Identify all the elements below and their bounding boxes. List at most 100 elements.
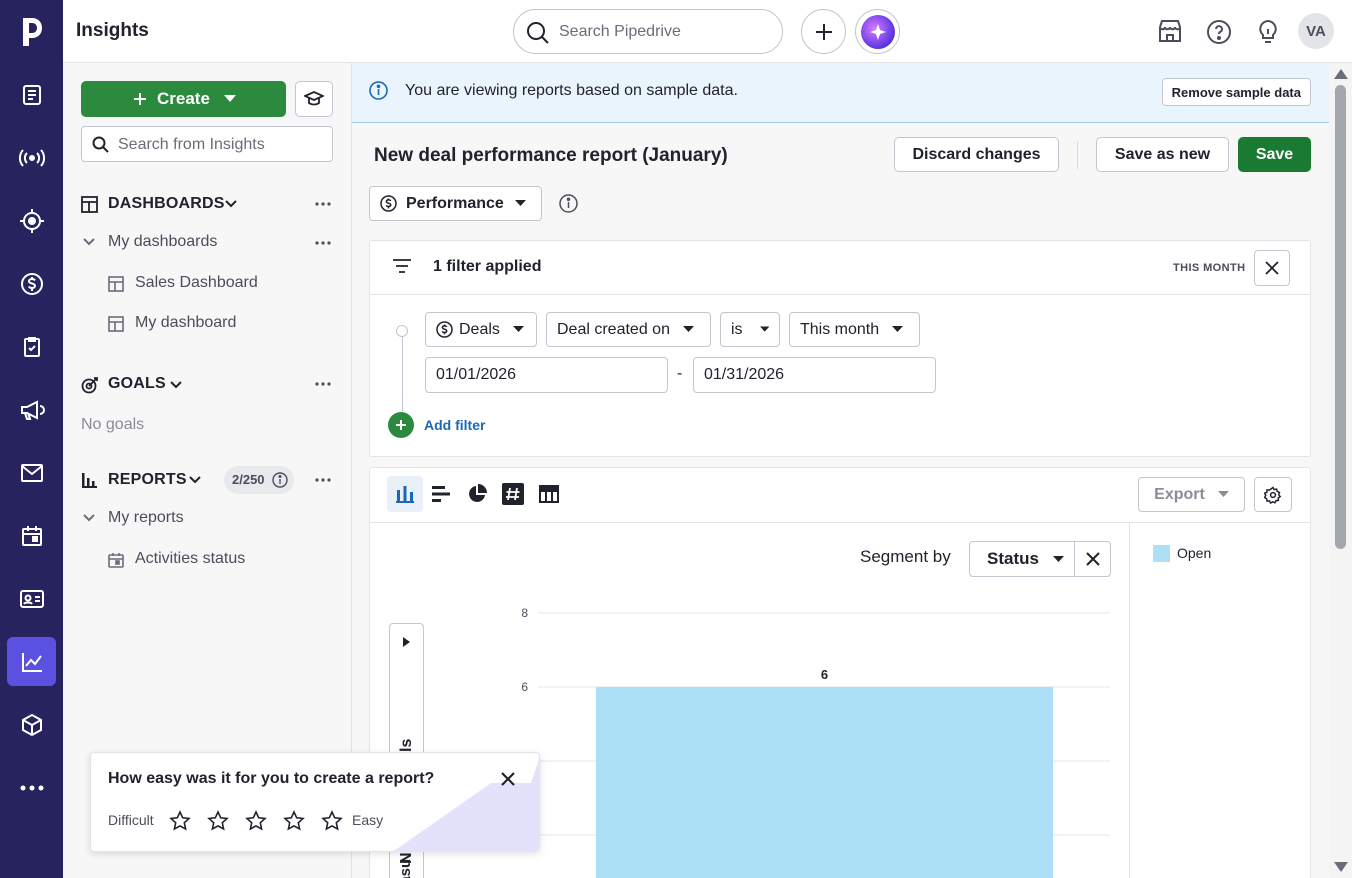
date-to-input[interactable]: 01/31/2026 bbox=[693, 357, 936, 393]
products-icon[interactable] bbox=[7, 700, 56, 749]
contacts-icon[interactable] bbox=[7, 574, 56, 623]
chevron-down-icon[interactable] bbox=[83, 514, 95, 522]
caret-down-icon bbox=[682, 326, 694, 332]
caret-down-icon bbox=[512, 326, 524, 332]
legend-label-open[interactable]: Open bbox=[1177, 545, 1211, 561]
scroll-up-icon[interactable] bbox=[1334, 69, 1348, 79]
target-icon[interactable] bbox=[7, 196, 56, 245]
goal-target-icon bbox=[81, 377, 98, 394]
my-reports-group[interactable]: My reports bbox=[108, 509, 184, 527]
scorecard-icon[interactable] bbox=[495, 476, 531, 512]
insights-search-input[interactable]: Search from Insights bbox=[81, 126, 333, 162]
user-avatar[interactable]: VA bbox=[1298, 13, 1334, 49]
sparkle-icon bbox=[860, 14, 895, 49]
report-type-dropdown[interactable]: Performance bbox=[369, 186, 542, 221]
filter-summary[interactable]: 1 filter applied bbox=[433, 258, 541, 276]
scroll-down-icon[interactable] bbox=[1334, 862, 1348, 872]
tips-bulb-icon[interactable] bbox=[1256, 19, 1280, 45]
pipedrive-logo[interactable] bbox=[17, 14, 47, 48]
page-scrollbar[interactable] bbox=[1329, 63, 1352, 878]
help-icon[interactable] bbox=[1206, 19, 1232, 45]
pie-chart-icon[interactable] bbox=[459, 476, 495, 512]
create-label: Create bbox=[157, 89, 210, 108]
chevron-down-icon[interactable] bbox=[170, 381, 182, 389]
discard-changes-button[interactable]: Discard changes bbox=[894, 137, 1059, 172]
segment-by-dropdown[interactable]: Status bbox=[969, 541, 1075, 577]
reports-more-menu[interactable] bbox=[313, 470, 333, 490]
create-button[interactable]: Create bbox=[81, 81, 286, 117]
learn-button[interactable] bbox=[295, 81, 333, 117]
close-survey-button[interactable] bbox=[500, 771, 516, 787]
info-icon[interactable] bbox=[559, 194, 578, 213]
ellipsis-icon bbox=[315, 382, 331, 386]
filter-operator-dropdown[interactable]: is bbox=[720, 312, 780, 347]
reports-heading[interactable]: REPORTS bbox=[108, 471, 187, 489]
insights-icon[interactable] bbox=[7, 637, 56, 686]
sidebar-item-activities-status[interactable]: Activities status bbox=[108, 550, 308, 572]
date-from-input[interactable]: 01/01/2026 bbox=[425, 357, 668, 393]
caret-down-icon bbox=[892, 326, 904, 332]
save-as-new-button[interactable]: Save as new bbox=[1096, 137, 1229, 172]
global-search-input[interactable]: Search Pipedrive bbox=[513, 9, 783, 54]
rating-star-3[interactable] bbox=[245, 810, 267, 832]
reports-count: 2/250 bbox=[232, 472, 265, 487]
leads-icon[interactable] bbox=[7, 70, 56, 119]
mail-icon[interactable] bbox=[7, 448, 56, 497]
dashboards-more-menu[interactable] bbox=[313, 194, 333, 214]
bar-data-label: 6 bbox=[821, 667, 828, 682]
export-dropdown[interactable]: Export bbox=[1138, 477, 1245, 512]
broadcast-icon[interactable] bbox=[7, 133, 56, 182]
gear-icon bbox=[1264, 485, 1282, 504]
bar-chart-icon[interactable] bbox=[423, 476, 459, 512]
rating-star-4[interactable] bbox=[283, 810, 305, 832]
calendar-icon[interactable] bbox=[7, 511, 56, 560]
filter-field-dropdown[interactable]: Deal created on bbox=[546, 312, 711, 347]
add-filter-icon[interactable] bbox=[388, 412, 414, 438]
more-icon[interactable] bbox=[7, 763, 56, 812]
info-icon[interactable] bbox=[272, 472, 288, 488]
clear-segment-button[interactable] bbox=[1074, 541, 1111, 577]
measure-label-fragment: easu bbox=[397, 858, 414, 878]
chevron-down-icon[interactable] bbox=[83, 238, 95, 246]
sidebar-item-sales-dashboard[interactable]: Sales Dashboard bbox=[108, 274, 308, 296]
ai-assistant-button[interactable] bbox=[855, 9, 900, 54]
legend-swatch-open[interactable] bbox=[1153, 545, 1170, 562]
table-icon[interactable] bbox=[531, 476, 567, 512]
search-icon bbox=[527, 22, 549, 44]
goals-heading[interactable]: GOALS bbox=[108, 375, 166, 393]
my-dashboards-more-menu[interactable] bbox=[313, 233, 333, 253]
rating-star-1[interactable] bbox=[169, 810, 191, 832]
filter-value-dropdown[interactable]: This month bbox=[789, 312, 920, 347]
goals-more-menu[interactable] bbox=[313, 374, 333, 394]
deals-icon[interactable] bbox=[7, 259, 56, 308]
divider bbox=[1077, 141, 1078, 169]
global-search-placeholder: Search Pipedrive bbox=[559, 23, 681, 40]
my-dashboards-group[interactable]: My dashboards bbox=[108, 233, 217, 251]
rating-star-2[interactable] bbox=[207, 810, 229, 832]
rating-star-5[interactable] bbox=[321, 810, 343, 832]
chevron-down-icon[interactable] bbox=[189, 476, 201, 484]
scrollbar-thumb[interactable] bbox=[1335, 85, 1346, 549]
caret-down-icon bbox=[223, 95, 236, 102]
dashboards-heading[interactable]: DASHBOARDS bbox=[108, 195, 225, 213]
filter-operator-label: is bbox=[731, 320, 743, 338]
save-button[interactable]: Save bbox=[1238, 137, 1311, 172]
filter-node bbox=[396, 325, 408, 337]
add-filter-link[interactable]: Add filter bbox=[424, 417, 485, 433]
quick-add-button[interactable] bbox=[801, 9, 846, 54]
sidebar-item-my-dashboard[interactable]: My dashboard bbox=[108, 314, 308, 336]
filter-entity-dropdown[interactable]: Deals bbox=[425, 312, 537, 347]
calendar-icon bbox=[108, 553, 124, 568]
report-title[interactable]: New deal performance report (January) bbox=[374, 145, 728, 167]
survey-question: How easy was it for you to create a repo… bbox=[108, 770, 435, 787]
chart-settings-button[interactable] bbox=[1254, 477, 1292, 512]
collapse-filters-button[interactable] bbox=[1254, 250, 1290, 286]
marketplace-icon[interactable] bbox=[1157, 19, 1183, 43]
bar-open[interactable] bbox=[596, 687, 1053, 878]
remove-sample-data-button[interactable]: Remove sample data bbox=[1161, 78, 1311, 106]
column-chart-icon[interactable] bbox=[387, 476, 423, 512]
tasks-icon[interactable] bbox=[7, 322, 56, 371]
plus-icon bbox=[815, 23, 832, 40]
chevron-down-icon[interactable] bbox=[225, 200, 237, 208]
campaigns-icon[interactable] bbox=[7, 385, 56, 434]
